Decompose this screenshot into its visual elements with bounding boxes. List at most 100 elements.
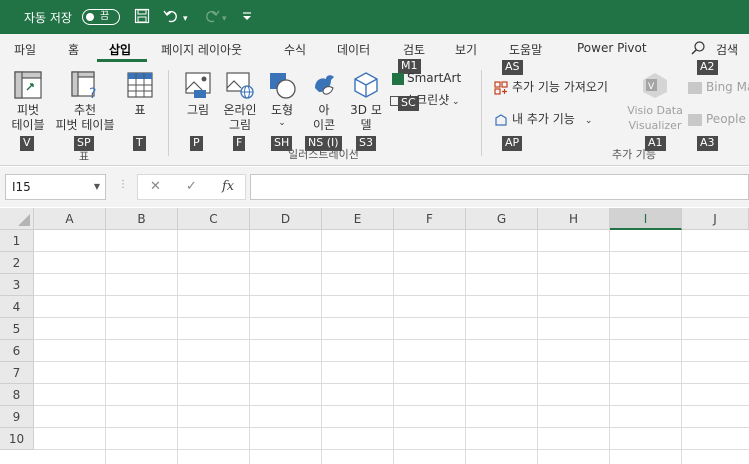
toggle-knob (86, 13, 94, 21)
get-addins-button[interactable]: 추가 기능 가져오기 (494, 80, 608, 95)
redo-icon[interactable] (202, 8, 220, 29)
row-header-7[interactable]: 7 (0, 362, 34, 384)
tab-power-pivot[interactable]: Power Pivot (577, 41, 647, 55)
column-header-g[interactable]: G (466, 208, 538, 230)
column-header-d[interactable]: D (250, 208, 322, 230)
grid-line (681, 230, 682, 464)
people-label: People G (706, 112, 749, 126)
smartart-button[interactable]: SmartArt (392, 71, 461, 86)
tab-view[interactable]: 보기 (455, 41, 477, 58)
autosave-label: 자동 저장 (24, 11, 72, 25)
autosave-toggle[interactable]: 끔 (82, 9, 120, 25)
keytip-online-picture: F (233, 136, 246, 151)
keytip-table: T (133, 136, 146, 151)
icons-line1: 아 (318, 103, 330, 117)
tab-home[interactable]: 홈 (68, 41, 79, 58)
tab-insert[interactable]: 삽입 (109, 41, 131, 58)
row-header-3[interactable]: 3 (0, 274, 34, 296)
my-addins-button[interactable]: 내 추가 기능 ⌄ (494, 112, 592, 129)
title-bar: 자동 저장 끔 ▾ ▾ (0, 0, 749, 34)
store-icon (494, 80, 508, 95)
tab-file[interactable]: 파일 (14, 41, 36, 58)
shapes-dropdown-icon: ⌄ (278, 118, 286, 128)
row-header-6[interactable]: 6 (0, 340, 34, 362)
3d-models-line2: 델 (360, 118, 372, 132)
pivot-table-icon (14, 71, 42, 99)
enter-icon[interactable]: ✓ (186, 179, 197, 194)
3d-models-line1: 3D 모 (350, 103, 382, 117)
search-label[interactable]: 검색 (716, 41, 738, 58)
search-icon[interactable] (690, 40, 706, 56)
row-header-8[interactable]: 8 (0, 384, 34, 406)
3d-models-button[interactable]: 3D 모 델 (346, 70, 386, 133)
grid-line (321, 230, 322, 464)
tab-page-layout[interactable]: 페이지 레이아웃 (161, 41, 242, 58)
recommended-pivot-button[interactable]: ? 추천 피벗 테이블 (52, 70, 118, 133)
table-icon (127, 72, 153, 98)
grid-line (34, 383, 749, 384)
column-header-b[interactable]: B (106, 208, 178, 230)
insert-function-icon[interactable]: fx (222, 179, 234, 194)
tab-data[interactable]: 데이터 (337, 41, 370, 58)
column-header-c[interactable]: C (178, 208, 250, 230)
visio-visualizer-button[interactable]: V Visio Data Visualizer (624, 70, 686, 133)
icons-button[interactable]: 아 이콘 (306, 70, 342, 133)
row-header-9[interactable]: 9 (0, 406, 34, 428)
ribbon-insert: 피벗 테이블 V ? 추천 피벗 테이블 SP 표 T 표 그림 P 온라인 그… (0, 59, 749, 166)
grid-line (177, 230, 178, 464)
grid-line (249, 230, 250, 464)
keytip-people: A3 (697, 136, 718, 151)
column-header-h[interactable]: H (538, 208, 610, 230)
undo-dropdown-icon[interactable]: ▾ (183, 10, 188, 28)
column-header-a[interactable]: A (34, 208, 106, 230)
grid-line (105, 230, 106, 464)
bing-maps-button[interactable]: Bing Ma (688, 80, 749, 95)
formula-bar-grip-icon[interactable]: ⋮ (118, 179, 128, 190)
shapes-label: 도형 (270, 103, 294, 117)
column-header-i[interactable]: I (610, 208, 682, 230)
grid-line (34, 405, 749, 406)
table-button[interactable]: 표 (122, 70, 158, 118)
tab-review[interactable]: 검토 (403, 41, 425, 58)
row-header-4[interactable]: 4 (0, 296, 34, 318)
online-picture-line1: 온라인 (223, 103, 257, 117)
tab-help[interactable]: 도움말 (509, 41, 542, 58)
group-addins-label: 추가 기능 (612, 148, 656, 161)
formula-buttons: ✕ ✓ fx (137, 174, 246, 200)
select-all-button[interactable] (0, 208, 34, 230)
picture-icon (185, 72, 211, 98)
smartart-label: SmartArt (407, 71, 462, 85)
column-header-j[interactable]: J (682, 208, 749, 230)
picture-button[interactable]: 그림 (180, 70, 216, 118)
name-box-dropdown-icon[interactable]: ▼ (94, 175, 100, 199)
undo-icon[interactable] (163, 8, 181, 29)
recommended-pivot-icon: ? (71, 71, 96, 100)
pivot-line2: 테이블 (11, 118, 45, 132)
my-addins-label: 내 추가 기능 (512, 112, 575, 126)
customize-qat-icon[interactable] (241, 9, 253, 29)
column-header-e[interactable]: E (322, 208, 394, 230)
row-header-10[interactable]: 10 (0, 428, 34, 450)
name-box-value: I15 (12, 180, 31, 194)
pivot-table-button[interactable]: 피벗 테이블 (8, 70, 48, 133)
get-addins-label: 추가 기능 가져오기 (512, 80, 608, 94)
formula-input[interactable] (250, 174, 749, 200)
keytip-pivot: V (20, 136, 34, 151)
save-icon[interactable] (134, 8, 150, 29)
cancel-icon[interactable]: ✕ (150, 179, 161, 194)
tab-formulas[interactable]: 수식 (284, 41, 306, 58)
column-header-f[interactable]: F (394, 208, 466, 230)
row-header-2[interactable]: 2 (0, 252, 34, 274)
row-header-1[interactable]: 1 (0, 230, 34, 252)
formula-bar: I15 ▼ ⋮ ✕ ✓ fx (0, 167, 749, 207)
people-graph-button[interactable]: People G (688, 112, 749, 127)
icons-line2: 이콘 (312, 118, 336, 132)
row-header-5[interactable]: 5 (0, 318, 34, 340)
visio-icon: V (643, 73, 667, 98)
online-picture-button[interactable]: 온라인 그림 (220, 70, 260, 133)
shapes-button[interactable]: 도형 ⌄ (264, 70, 300, 128)
worksheet-grid[interactable]: A B C D E F G H I J 1 2 3 4 5 6 7 8 9 10 (0, 208, 749, 464)
smartart-icon (392, 72, 404, 85)
name-box[interactable]: I15 ▼ (5, 174, 106, 200)
redo-dropdown-icon[interactable]: ▾ (222, 10, 227, 28)
